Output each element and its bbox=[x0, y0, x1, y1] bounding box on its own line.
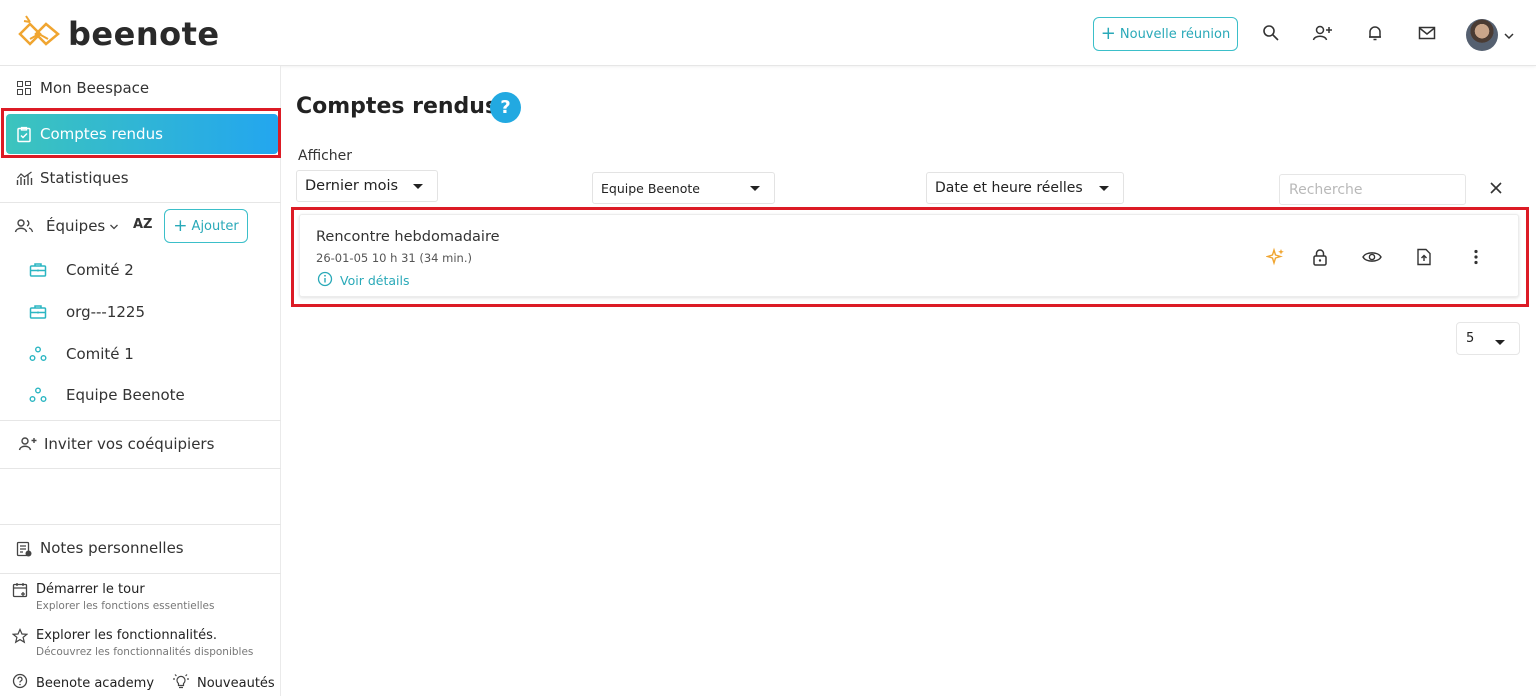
plus-icon: + bbox=[1100, 23, 1116, 44]
plus-icon: + bbox=[173, 215, 188, 236]
notes-label: Notes personnelles bbox=[40, 539, 184, 557]
date-mode-select[interactable]: Date et heure réelles bbox=[926, 172, 1124, 204]
divider bbox=[0, 420, 281, 421]
help-circle-icon bbox=[12, 673, 30, 693]
beenote-academy-link[interactable]: Beenote academy bbox=[12, 673, 154, 693]
sidebar-item-team[interactable]: Comité 1 bbox=[0, 334, 281, 374]
page-title: Comptes rendus bbox=[296, 94, 499, 119]
sidebar-item-team[interactable]: Comité 2 bbox=[0, 250, 281, 290]
period-value: Dernier mois bbox=[305, 178, 399, 194]
sidebar-item-label: Mon Beespace bbox=[40, 79, 150, 97]
briefcase-icon bbox=[27, 262, 49, 278]
sidebar-item-mon-beespace[interactable]: Mon Beespace bbox=[0, 68, 281, 108]
start-tour-link[interactable]: Démarrer le tour Explorer les fonctions … bbox=[12, 582, 215, 612]
new-meeting-button[interactable]: + Nouvelle réunion bbox=[1093, 17, 1238, 51]
eye-icon[interactable] bbox=[1360, 245, 1384, 269]
beenote-logo[interactable]: beenote bbox=[16, 12, 220, 56]
sidebar-item-team[interactable]: Equipe Beenote bbox=[0, 375, 281, 415]
team-select[interactable]: Equipe Beenote bbox=[592, 172, 775, 204]
briefcase-icon bbox=[27, 304, 49, 320]
teams-label: Équipes bbox=[46, 217, 106, 235]
start-tour-title: Démarrer le tour bbox=[36, 582, 145, 597]
calendar-plus-icon bbox=[12, 582, 30, 612]
team-label: org---1225 bbox=[66, 303, 146, 321]
period-select[interactable]: Dernier mois bbox=[296, 170, 438, 202]
top-bar: beenote + Nouvelle réunion bbox=[0, 0, 1536, 66]
main-content: Comptes rendus ? Afficher Dernier mois E… bbox=[281, 66, 1536, 696]
dropdown-arrow-icon bbox=[413, 184, 423, 189]
team-nodes-icon bbox=[27, 387, 49, 403]
search-placeholder: Recherche bbox=[1289, 181, 1363, 198]
view-details-link[interactable]: Voir détails bbox=[317, 271, 409, 290]
add-user-icon[interactable] bbox=[1310, 20, 1336, 46]
new-meeting-label: Nouvelle réunion bbox=[1119, 26, 1231, 42]
dropdown-arrow-icon bbox=[1099, 186, 1109, 191]
personal-notes-link[interactable]: Notes personnelles bbox=[0, 528, 281, 568]
page-size-select[interactable]: 5 bbox=[1456, 322, 1520, 355]
date-mode-value: Date et heure réelles bbox=[935, 180, 1083, 196]
avatar[interactable] bbox=[1466, 19, 1498, 51]
add-user-icon bbox=[16, 436, 40, 452]
team-label: Comité 1 bbox=[66, 345, 134, 363]
explore-subtitle: Découvrez les fonctionnalités disponible… bbox=[36, 646, 254, 658]
add-team-button[interactable]: + Ajouter bbox=[164, 209, 248, 243]
team-nodes-icon bbox=[27, 346, 49, 362]
invite-teammates-link[interactable]: Inviter vos coéquipiers bbox=[0, 424, 281, 464]
news-link[interactable]: Nouveautés bbox=[172, 673, 275, 693]
add-team-label: Ajouter bbox=[191, 218, 239, 234]
explore-title: Explorer les fonctionnalités. bbox=[36, 628, 218, 643]
notes-icon bbox=[12, 540, 36, 557]
star-icon bbox=[11, 628, 30, 658]
dropdown-arrow-icon bbox=[750, 186, 760, 191]
team-value: Equipe Beenote bbox=[601, 180, 700, 196]
mail-icon[interactable] bbox=[1414, 20, 1440, 46]
invite-label: Inviter vos coéquipiers bbox=[44, 435, 215, 453]
meeting-card[interactable]: Rencontre hebdomadaire 26-01-05 10 h 31 … bbox=[299, 214, 1519, 297]
team-label: Equipe Beenote bbox=[66, 386, 185, 404]
sidebar-item-team[interactable]: org---1225 bbox=[0, 292, 281, 332]
start-tour-subtitle: Explorer les fonctions essentielles bbox=[36, 600, 215, 612]
sort-az-icon[interactable]: AZ bbox=[133, 217, 153, 232]
info-icon bbox=[317, 271, 333, 290]
ai-sparkle-icon[interactable] bbox=[1264, 245, 1288, 269]
filter-label: Afficher bbox=[298, 148, 353, 164]
sidebar-item-label: Statistiques bbox=[40, 169, 129, 187]
logo-text: beenote bbox=[68, 15, 220, 53]
grid-icon bbox=[12, 80, 36, 96]
search-icon[interactable] bbox=[1258, 20, 1284, 46]
explore-features-link[interactable]: Explorer les fonctionnalités. Découvrez … bbox=[11, 628, 254, 658]
export-file-icon[interactable] bbox=[1412, 245, 1436, 269]
team-label: Comité 2 bbox=[66, 261, 134, 279]
bell-icon[interactable] bbox=[1362, 20, 1388, 46]
sidebar-item-label: Comptes rendus bbox=[40, 125, 163, 143]
clipboard-check-icon bbox=[12, 126, 36, 143]
news-label: Nouveautés bbox=[197, 675, 275, 691]
page-size-value: 5 bbox=[1466, 331, 1475, 346]
sidebar-item-statistiques[interactable]: Statistiques bbox=[0, 158, 281, 198]
divider bbox=[0, 202, 281, 203]
divider bbox=[0, 524, 281, 525]
search-input[interactable]: Recherche bbox=[1279, 174, 1466, 205]
sidebar-item-comptes-rendus[interactable]: Comptes rendus bbox=[6, 114, 278, 154]
lock-icon[interactable] bbox=[1308, 245, 1332, 269]
meeting-datetime: 26-01-05 10 h 31 (34 min.) bbox=[316, 251, 472, 265]
divider bbox=[0, 573, 281, 574]
more-vertical-icon[interactable] bbox=[1464, 245, 1488, 269]
dropdown-arrow-icon bbox=[1495, 340, 1505, 345]
chevron-down-icon[interactable] bbox=[1503, 26, 1515, 45]
chevron-down-icon bbox=[109, 217, 119, 235]
team-icon bbox=[12, 218, 36, 234]
meeting-title: Rencontre hebdomadaire bbox=[316, 229, 500, 245]
help-icon[interactable]: ? bbox=[490, 92, 521, 123]
divider bbox=[0, 468, 281, 469]
academy-label: Beenote academy bbox=[36, 675, 155, 691]
sidebar: Mon Beespace Comptes rendus Statistiques… bbox=[0, 66, 281, 696]
bee-logo-icon bbox=[16, 12, 62, 56]
lightbulb-icon bbox=[172, 673, 190, 693]
view-details-label: Voir détails bbox=[340, 273, 410, 288]
chart-icon bbox=[12, 171, 36, 186]
close-icon[interactable] bbox=[1485, 177, 1507, 199]
